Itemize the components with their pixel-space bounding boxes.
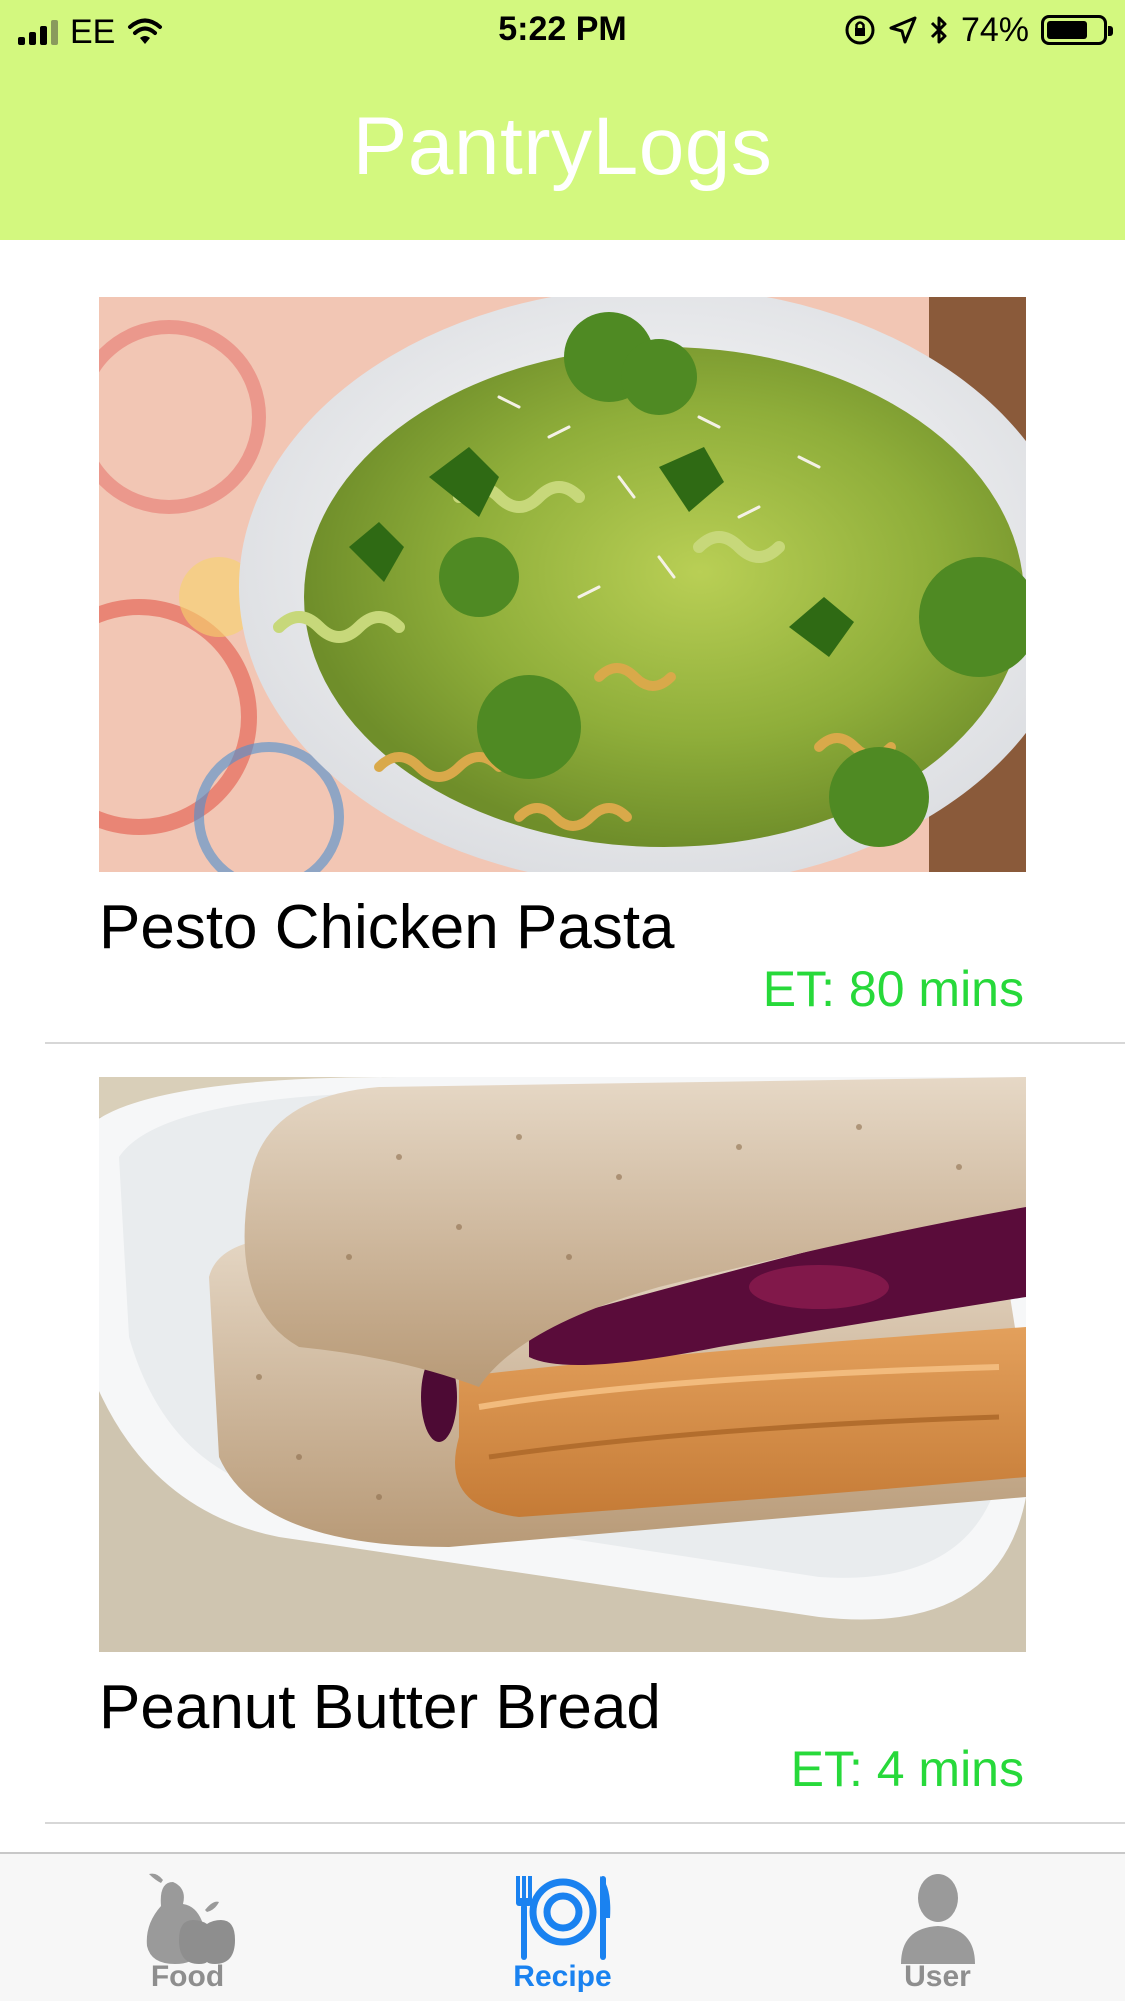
recipe-time: ET: 80 mins <box>762 961 1024 1017</box>
pesto-pasta-photo <box>99 297 1026 872</box>
battery-percentage: 74% <box>960 10 1029 49</box>
fruit-icon <box>146 1873 235 1964</box>
battery-icon <box>1041 15 1113 45</box>
user-icon <box>900 1874 975 1964</box>
rotation-lock-icon <box>845 15 875 45</box>
tab-label: User <box>904 1960 971 1993</box>
recipe-time: ET: 4 mins <box>790 1741 1024 1797</box>
recipe-image <box>99 297 1026 872</box>
recipe-list: Pesto Chicken Pasta ET: 80 mins Peanut B… <box>0 240 1125 1852</box>
page-title: PantryLogs <box>352 101 773 192</box>
recipe-name: Pesto Chicken Pasta <box>99 893 675 962</box>
status-right: 74% <box>843 10 1113 50</box>
tab-bar: Food Recipe User <box>0 1852 1125 2001</box>
plate-cutlery-icon <box>515 1876 610 1960</box>
row-divider <box>45 1822 1125 1824</box>
tab-food[interactable]: Food <box>0 1854 375 2001</box>
tab-label: Recipe <box>513 1960 612 1993</box>
app-screen: EE 5:22 PM 74% PantryLogs Pesto Chicken … <box>0 0 1125 2001</box>
battery-fill <box>1047 21 1087 39</box>
tab-user[interactable]: User <box>750 1854 1125 2001</box>
location-arrow-icon <box>889 16 917 44</box>
recipe-image <box>99 1077 1026 1652</box>
recipe-card[interactable]: Peanut Butter Bread ET: 4 mins <box>0 1020 1125 1824</box>
tab-recipe[interactable]: Recipe <box>375 1854 750 2001</box>
recipe-card[interactable]: Pesto Chicken Pasta ET: 80 mins <box>0 240 1125 1044</box>
pb-jelly-sandwich-photo <box>99 1077 1026 1652</box>
recipe-name: Peanut Butter Bread <box>99 1673 661 1742</box>
app-header: EE 5:22 PM 74% PantryLogs <box>0 0 1125 240</box>
tab-label: Food <box>150 1960 225 1993</box>
status-bar: EE 5:22 PM 74% <box>0 0 1125 60</box>
bluetooth-icon <box>930 16 947 44</box>
